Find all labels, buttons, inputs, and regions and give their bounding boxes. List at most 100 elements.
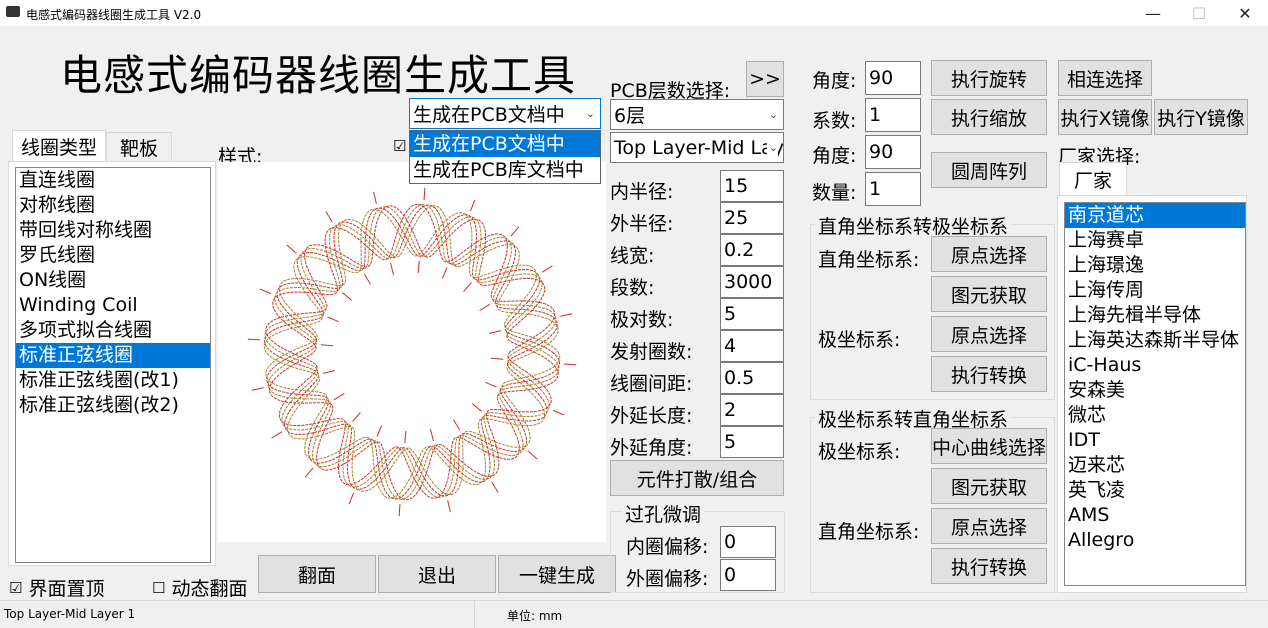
vendor-item[interactable]: 上海英达森斯半导体 — [1065, 328, 1245, 353]
via-tune-title: 过孔微调 — [622, 500, 705, 527]
param-input[interactable]: 0.5 — [720, 362, 784, 394]
vendor-item[interactable]: AMS — [1065, 503, 1245, 528]
layer-pair-value: Top Layer-Mid Layer 1 — [614, 136, 783, 159]
convert-button[interactable]: 执行转换 — [931, 548, 1047, 584]
tab-vendor[interactable]: 厂家 — [1059, 162, 1127, 196]
coil-type-item[interactable]: 对称线圈 — [16, 193, 210, 218]
flip-button[interactable]: 翻面 — [258, 555, 376, 593]
expand-button[interactable]: >> — [746, 61, 784, 97]
rotate-button[interactable]: 执行旋转 — [931, 60, 1047, 96]
coil-extension — [423, 187, 426, 201]
param-input[interactable]: 5 — [720, 426, 784, 458]
param-label: 发射圈数: — [610, 341, 693, 363]
coil-extension — [441, 267, 448, 279]
coil-extension — [447, 500, 451, 513]
coil-trace — [265, 205, 559, 499]
param-input[interactable]: 5 — [720, 298, 784, 330]
vendor-item[interactable]: 南京道芯 — [1065, 203, 1245, 228]
layer-count-select[interactable]: 6层 ⌄ — [610, 99, 784, 130]
dynamic-flip-checkbox[interactable]: ☐ 动态翻面 — [152, 574, 247, 601]
param-input[interactable]: 2 — [720, 394, 784, 426]
vendor-item[interactable]: iC-Haus — [1065, 353, 1245, 378]
tab-target-board[interactable]: 靶板 — [106, 132, 172, 162]
coil-extension — [417, 260, 420, 273]
coil-type-item[interactable]: 标准正弦线圈 — [16, 343, 210, 368]
outer-offset-label: 外圈偏移: — [626, 568, 709, 590]
coil-type-item[interactable]: 多项式拟合线圈 — [16, 318, 210, 343]
coil-trace — [265, 205, 559, 499]
layer-count-value: 6层 — [614, 105, 646, 127]
coil-extension — [527, 450, 538, 460]
outer-offset-input[interactable]: 0 — [720, 559, 776, 591]
coil-type-item[interactable]: Winding Coil — [16, 293, 210, 318]
inner-offset-label: 内圈偏移: — [626, 536, 709, 558]
coil-type-list[interactable]: 直连线圈 对称线圈 带回线对称线圈 罗氏线圈 ON线圈 Winding Coil 多项式拟合… — [15, 167, 211, 563]
connected-select-button[interactable]: 相连选择 — [1058, 60, 1152, 96]
status-layer: Top Layer-Mid Layer 1 — [4, 607, 136, 621]
target-doc-value: 生成在PCB文档中 — [413, 104, 565, 126]
origin-select-button[interactable]: 原点选择 — [931, 508, 1047, 544]
param-input[interactable]: 25 — [720, 202, 784, 234]
coil-extension — [463, 282, 472, 293]
coil-extension — [352, 411, 361, 422]
layer-pair-select[interactable]: Top Layer-Mid Layer 1 ⌄ — [610, 132, 784, 163]
coil-extension — [398, 503, 401, 517]
fetch-primitive-button[interactable]: 图元获取 — [931, 468, 1047, 504]
vendor-item[interactable]: IDT — [1065, 428, 1245, 453]
rotate-angle-input[interactable]: 90 — [865, 61, 921, 95]
coil-type-item[interactable]: 标准正弦线圈(改2) — [16, 393, 210, 418]
topmost-checkbox[interactable]: ☑ 界面置顶 — [9, 574, 104, 601]
coil-extension — [541, 265, 553, 273]
dynamic-flip-check-mark: ☐ — [152, 578, 166, 597]
status-bar: Top Layer-Mid Layer 1 单位: mm — [0, 600, 1268, 628]
coil-type-item[interactable]: 标准正弦线圈(改1) — [16, 368, 210, 393]
mirror-x-button[interactable]: 执行X镜像 — [1058, 99, 1152, 135]
tab-coil-type[interactable]: 线圈类型 — [12, 130, 106, 162]
target-doc-option[interactable]: 生成在PCB文档中 — [410, 131, 600, 157]
param-input[interactable]: 4 — [720, 330, 784, 362]
vendor-item[interactable]: 安森美 — [1065, 378, 1245, 403]
circular-array-button[interactable]: 圆周阵列 — [931, 152, 1047, 188]
target-doc-options: 生成在PCB文档中 生成在PCB库文档中 — [409, 130, 601, 184]
rect-to-polar-title: 直角坐标系转极坐标系 — [815, 212, 1012, 239]
param-input[interactable]: 3000 — [720, 266, 784, 298]
minimize-button[interactable]: — — [1130, 0, 1176, 26]
param-input[interactable]: 0.2 — [720, 234, 784, 266]
exit-button[interactable]: 退出 — [378, 555, 496, 593]
coil-type-item[interactable]: 直连线圈 — [16, 168, 210, 193]
array-angle-input[interactable]: 90 — [865, 135, 921, 169]
fetch-primitive-button[interactable]: 图元获取 — [931, 276, 1047, 312]
vendor-item[interactable]: 上海璟逸 — [1065, 253, 1245, 278]
coil-type-item[interactable]: 罗氏线圈 — [16, 243, 210, 268]
vendor-item[interactable]: 微芯 — [1065, 403, 1245, 428]
param-input[interactable]: 15 — [720, 170, 784, 202]
coil-extension — [373, 191, 377, 204]
coil-type-item[interactable]: ON线圈 — [16, 268, 210, 293]
array-count-input[interactable]: 1 — [865, 172, 921, 206]
vendor-item[interactable]: 上海传周 — [1065, 278, 1245, 303]
scale-input[interactable]: 1 — [865, 98, 921, 132]
vendor-list[interactable]: 南京道芯 上海赛卓 上海璟逸 上海传周 上海先楫半导体 上海英达森斯半导体 iC-Haus 安… — [1064, 202, 1246, 586]
vendor-item[interactable]: 上海先楫半导体 — [1065, 303, 1245, 328]
scatter-combine-button[interactable]: 元件打散/组合 — [610, 460, 784, 496]
close-button[interactable]: ✕ — [1222, 0, 1268, 26]
origin-select-button[interactable]: 原点选择 — [931, 316, 1047, 352]
target-doc-dropdown[interactable]: 生成在PCB文档中 ⌄ — [409, 98, 601, 129]
vendor-item[interactable]: 英飞凌 — [1065, 478, 1245, 503]
vendor-item[interactable]: Allegro — [1065, 528, 1245, 553]
style-checkbox[interactable]: ☑ — [393, 137, 406, 155]
coil-extension — [491, 357, 504, 360]
convert-button[interactable]: 执行转换 — [931, 356, 1047, 392]
target-doc-option[interactable]: 生成在PCB库文档中 — [410, 157, 600, 183]
inner-offset-input[interactable]: 0 — [720, 526, 776, 558]
coil-extension — [342, 292, 353, 301]
coil-type-item[interactable]: 带回线对称线圈 — [16, 218, 210, 243]
origin-select-button[interactable]: 原点选择 — [931, 236, 1047, 272]
vendor-item[interactable]: 迈来芯 — [1065, 453, 1245, 478]
vendor-item[interactable]: 上海赛卓 — [1065, 228, 1245, 253]
scale-button[interactable]: 执行缩放 — [931, 99, 1047, 135]
mirror-y-button[interactable]: 执行Y镜像 — [1154, 99, 1248, 135]
window-title: 电感式编码器线圈生成工具 V2.0 — [26, 8, 202, 22]
center-curve-select-button[interactable]: 中心曲线选择 — [931, 428, 1047, 464]
generate-button[interactable]: 一键生成 — [498, 555, 616, 593]
